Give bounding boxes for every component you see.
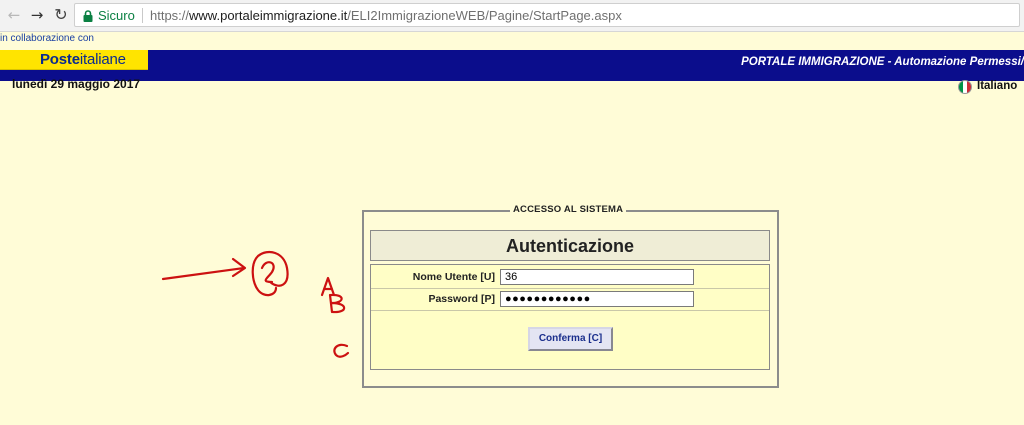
annotation-arrow-shaft bbox=[161, 266, 246, 281]
annotation-letter-c bbox=[333, 343, 350, 358]
annotation-arrow-head bbox=[231, 257, 247, 278]
annotation-circled-number bbox=[251, 250, 289, 297]
annotation-letter-b bbox=[328, 293, 346, 314]
annotation-letter-a bbox=[320, 276, 336, 297]
handwritten-annotations bbox=[161, 250, 350, 358]
